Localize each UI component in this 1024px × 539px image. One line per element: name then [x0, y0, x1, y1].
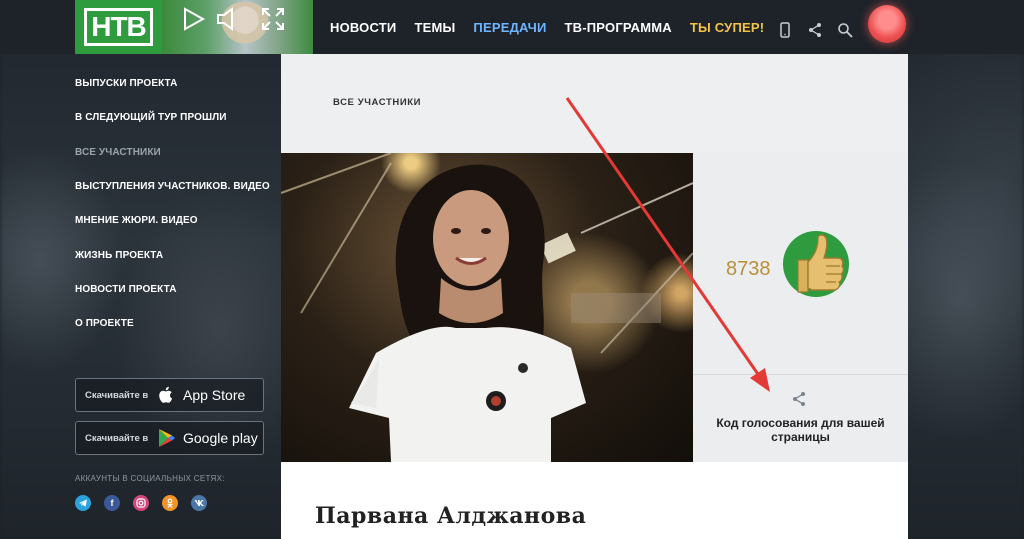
search-icon[interactable] — [837, 22, 853, 38]
vote-count: 8738 — [726, 258, 771, 280]
user-avatar[interactable] — [868, 5, 906, 43]
nav-topics[interactable]: ТЕМЫ — [414, 20, 455, 35]
telegram-icon[interactable] — [75, 495, 91, 511]
sidebar-item-project-life[interactable]: ЖИЗНЬ ПРОЕКТА — [75, 250, 163, 261]
sidebar-item-jury-video[interactable]: МНЕНИЕ ЖЮРИ. ВИДЕО — [75, 215, 198, 226]
app-store-caption: Скачивайте в — [85, 389, 149, 401]
facebook-icon[interactable]: f — [104, 495, 120, 511]
app-store-label: App Store — [183, 387, 246, 403]
google-play-caption: Скачивайте в — [85, 432, 149, 444]
google-play-label: Google play — [183, 430, 258, 446]
sidebar-item-all-participants[interactable]: ВСЕ УЧАСТНИКИ — [75, 147, 161, 158]
vk-icon[interactable] — [191, 495, 207, 511]
social-accounts-title: АККАУНТЫ В СОЦИАЛЬНЫХ СЕТЯХ: — [75, 474, 225, 483]
app-store-button[interactable]: Скачивайте в App Store — [75, 378, 264, 412]
main-nav: НОВОСТИ ТЕМЫ ПЕРЕДАЧИ ТВ-ПРОГРАММА ТЫ СУ… — [330, 0, 782, 54]
vote-panel: 8738 Код голосования для вашей страницы — [693, 153, 908, 462]
odnoklassniki-icon[interactable] — [162, 495, 178, 511]
sidebar-item-episodes[interactable]: ВЫПУСКИ ПРОЕКТА — [75, 78, 177, 89]
share-icon[interactable] — [807, 22, 823, 38]
breadcrumb[interactable]: ВСЕ УЧАСТНИКИ — [333, 97, 421, 108]
nav-ty-super[interactable]: ТЫ СУПЕР! — [690, 20, 764, 35]
share-icon[interactable] — [791, 391, 807, 407]
sidebar-item-next-round[interactable]: В СЛЕДУЮЩИЙ ТУР ПРОШЛИ — [75, 112, 227, 123]
volume-icon[interactable] — [214, 6, 240, 32]
instagram-icon[interactable] — [133, 495, 149, 511]
sidebar-item-performances-video[interactable]: ВЫСТУПЛЕНИЯ УЧАСТНИКОВ. ВИДЕО — [75, 181, 270, 192]
nav-shows[interactable]: ПЕРЕДАЧИ — [473, 20, 546, 35]
nav-tv-program[interactable]: ТВ-ПРОГРАММА — [565, 20, 672, 35]
ntv-logo[interactable]: НТВ — [75, 0, 162, 54]
vote-divider — [693, 374, 908, 375]
live-player[interactable] — [162, 0, 313, 54]
vote-code-link[interactable]: Код голосования для вашей страницы — [693, 416, 908, 444]
google-play-icon — [159, 429, 175, 447]
mobile-icon[interactable] — [777, 22, 793, 38]
sidebar-item-project-news[interactable]: НОВОСТИ ПРОЕКТА — [75, 284, 177, 295]
google-play-button[interactable]: Скачивайте в Google play — [75, 421, 264, 455]
fullscreen-icon[interactable] — [260, 6, 286, 32]
participant-photo — [281, 153, 693, 462]
apple-icon — [159, 386, 173, 403]
photo-scene — [281, 153, 693, 462]
logo-text: НТВ — [84, 8, 153, 46]
top-bar: НТВ НОВОСТИ ТЕМЫ ПЕРЕДАЧИ ТВ-ПРОГРАММА Т… — [0, 0, 1024, 54]
sidebar-item-about[interactable]: О ПРОЕКТЕ — [75, 318, 134, 329]
play-icon[interactable] — [182, 6, 208, 32]
thumbs-up-icon[interactable] — [778, 226, 850, 298]
nav-news[interactable]: НОВОСТИ — [330, 20, 396, 35]
main-content: ВСЕ УЧАСТНИКИ 8738 Код голосования для в… — [281, 54, 908, 539]
participant-name: Парвана Алджанова — [315, 503, 587, 529]
